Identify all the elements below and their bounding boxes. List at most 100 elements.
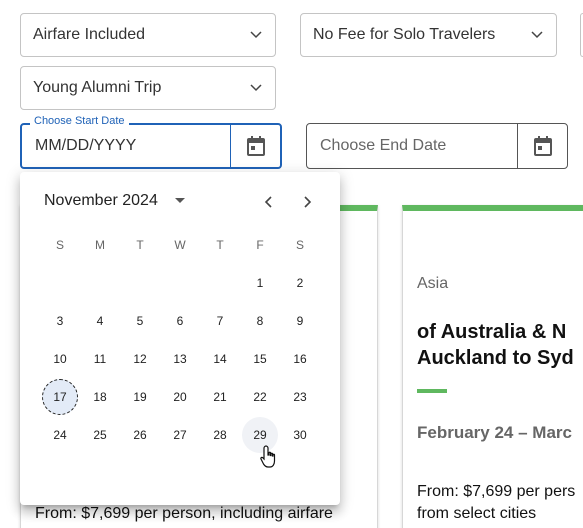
next-month-button[interactable] (296, 190, 320, 214)
calendar-day-15[interactable]: 15 (242, 341, 278, 377)
calendar-day-18[interactable]: 18 (82, 379, 118, 415)
calendar-cell: 19 (120, 379, 160, 415)
trip-price-line: from select cities (417, 505, 537, 522)
calendar-cell: 14 (200, 341, 240, 377)
weekday-label: F (256, 238, 264, 252)
calendar-cell (120, 265, 160, 301)
calendar-day-24[interactable]: 24 (42, 417, 78, 453)
calendar-day-27[interactable]: 27 (162, 417, 198, 453)
start-date-calendar-button[interactable] (230, 125, 280, 167)
calendar-day-1[interactable]: 1 (242, 265, 278, 301)
calendar-cell: 6 (160, 303, 200, 339)
calendar-cell (200, 265, 240, 301)
calendar-cell: 30 (280, 417, 320, 453)
chevron-right-icon (304, 196, 312, 208)
solo-filter-select[interactable]: No Fee for Solo Travelers (300, 13, 557, 57)
calendar-cell: 24 (40, 417, 80, 453)
trip-title-line: of Australia & N (417, 321, 567, 343)
calendar-week-row: 17 18 19 20 21 22 23 (40, 378, 320, 416)
calendar-cell: 28 (200, 417, 240, 453)
month-selector[interactable]: November 2024 (44, 192, 186, 210)
calendar-day-21[interactable]: 21 (202, 379, 238, 415)
calendar-day-9[interactable]: 9 (282, 303, 318, 339)
weekday-label: S (55, 238, 64, 252)
calendar-day-11[interactable]: 11 (82, 341, 118, 377)
calendar-cell: 26 (120, 417, 160, 453)
calendar-cell: 23 (280, 379, 320, 415)
calendar-cell: 17 (40, 379, 80, 415)
calendar-cell: 27 (160, 417, 200, 453)
alumni-filter-select[interactable]: Young Alumni Trip (20, 66, 276, 110)
calendar-day-26[interactable]: 26 (122, 417, 158, 453)
weekday-label: M (95, 238, 105, 252)
calendar-cell: 1 (240, 265, 280, 301)
trip-price: From: $7,699 per pers from select cities (417, 481, 575, 525)
calendar-week-row: 3456789 (40, 302, 320, 340)
calendar-week-row: 10 11 12 13 14 15 16 (40, 340, 320, 378)
solo-filter-label: No Fee for Solo Travelers (313, 26, 496, 43)
calendar-day-5[interactable]: 5 (122, 303, 158, 339)
calendar-week-row: 12 (40, 264, 320, 302)
calendar-grid: SMTWTFS 1 2 3 4 5 6 7 8 9 10 11 12 13 14 15 16 17 18 19 20 2… (40, 226, 320, 454)
calendar-day-10[interactable]: 10 (42, 341, 78, 377)
calendar-cell (80, 265, 120, 301)
hand-cursor-icon (260, 445, 276, 468)
calendar-cell: 8 (240, 303, 280, 339)
calendar-cell: 5 (120, 303, 160, 339)
chevron-down-icon (530, 28, 544, 42)
previous-month-button[interactable] (256, 190, 280, 214)
weekday-label: S (295, 238, 304, 252)
calendar-day-25[interactable]: 25 (82, 417, 118, 453)
start-date-label: Choose Start Date (30, 115, 129, 128)
weekday-label: T (136, 238, 144, 252)
calendar-cell: 4 (80, 303, 120, 339)
calendar-cell: 25 (80, 417, 120, 453)
end-date-calendar-button[interactable] (517, 124, 567, 168)
end-date-input[interactable]: Choose End Date (307, 137, 517, 155)
calendar-day-6[interactable]: 6 (162, 303, 198, 339)
date-picker-popup: November 2024 SMTWTFS 1 2 3 4 5 6 7 8 9 10 11 12 13 1… (20, 172, 340, 505)
caret-down-icon (174, 195, 186, 207)
calendar-day-16[interactable]: 16 (282, 341, 318, 377)
trip-region: Asia (417, 275, 449, 292)
calendar-cell: 22 (240, 379, 280, 415)
trip-title[interactable]: of Australia & N Auckland to Syd (417, 319, 574, 371)
start-date-field[interactable]: MM/DD/YYYY (20, 123, 282, 169)
calendar-day-20[interactable]: 20 (162, 379, 198, 415)
calendar-day-13[interactable]: 13 (162, 341, 198, 377)
calendar-cell: 18 (80, 379, 120, 415)
calendar-day-4[interactable]: 4 (82, 303, 118, 339)
calendar-cell: 10 (40, 341, 80, 377)
calendar-icon (533, 136, 552, 156)
title-divider (417, 389, 447, 393)
trip-card-right[interactable]: Asia of Australia & N Auckland to Syd Fe… (402, 205, 583, 528)
calendar-cell: 21 (200, 379, 240, 415)
calendar-day-8[interactable]: 8 (242, 303, 278, 339)
trip-title-line: Auckland to Syd (417, 347, 574, 369)
calendar-cell: 20 (160, 379, 200, 415)
calendar-icon (246, 136, 265, 156)
calendar-day-14[interactable]: 14 (202, 341, 238, 377)
calendar-day-12[interactable]: 12 (122, 341, 158, 377)
end-date-field[interactable]: Choose End Date (306, 123, 568, 169)
chevron-left-icon (264, 196, 272, 208)
calendar-cell: 3 (40, 303, 80, 339)
weekday-label: T (216, 238, 224, 252)
alumni-filter-label: Young Alumni Trip (33, 79, 162, 96)
start-date-input[interactable]: MM/DD/YYYY (22, 137, 230, 155)
calendar-day-23[interactable]: 23 (282, 379, 318, 415)
month-label: November 2024 (44, 192, 158, 209)
calendar-day-2[interactable]: 2 (282, 265, 318, 301)
calendar-day-17[interactable]: 17 (42, 379, 78, 415)
airfare-filter-select[interactable]: Airfare Included (20, 13, 276, 57)
calendar-day-28[interactable]: 28 (202, 417, 238, 453)
calendar-day-19[interactable]: 19 (122, 379, 158, 415)
weekday-header-row: SMTWTFS (40, 226, 320, 264)
calendar-cell: 9 (280, 303, 320, 339)
calendar-cell: 2 (280, 265, 320, 301)
calendar-day-3[interactable]: 3 (42, 303, 78, 339)
calendar-day-22[interactable]: 22 (242, 379, 278, 415)
calendar-day-30[interactable]: 30 (282, 417, 318, 453)
calendar-day-7[interactable]: 7 (202, 303, 238, 339)
calendar-cell: 11 (80, 341, 120, 377)
